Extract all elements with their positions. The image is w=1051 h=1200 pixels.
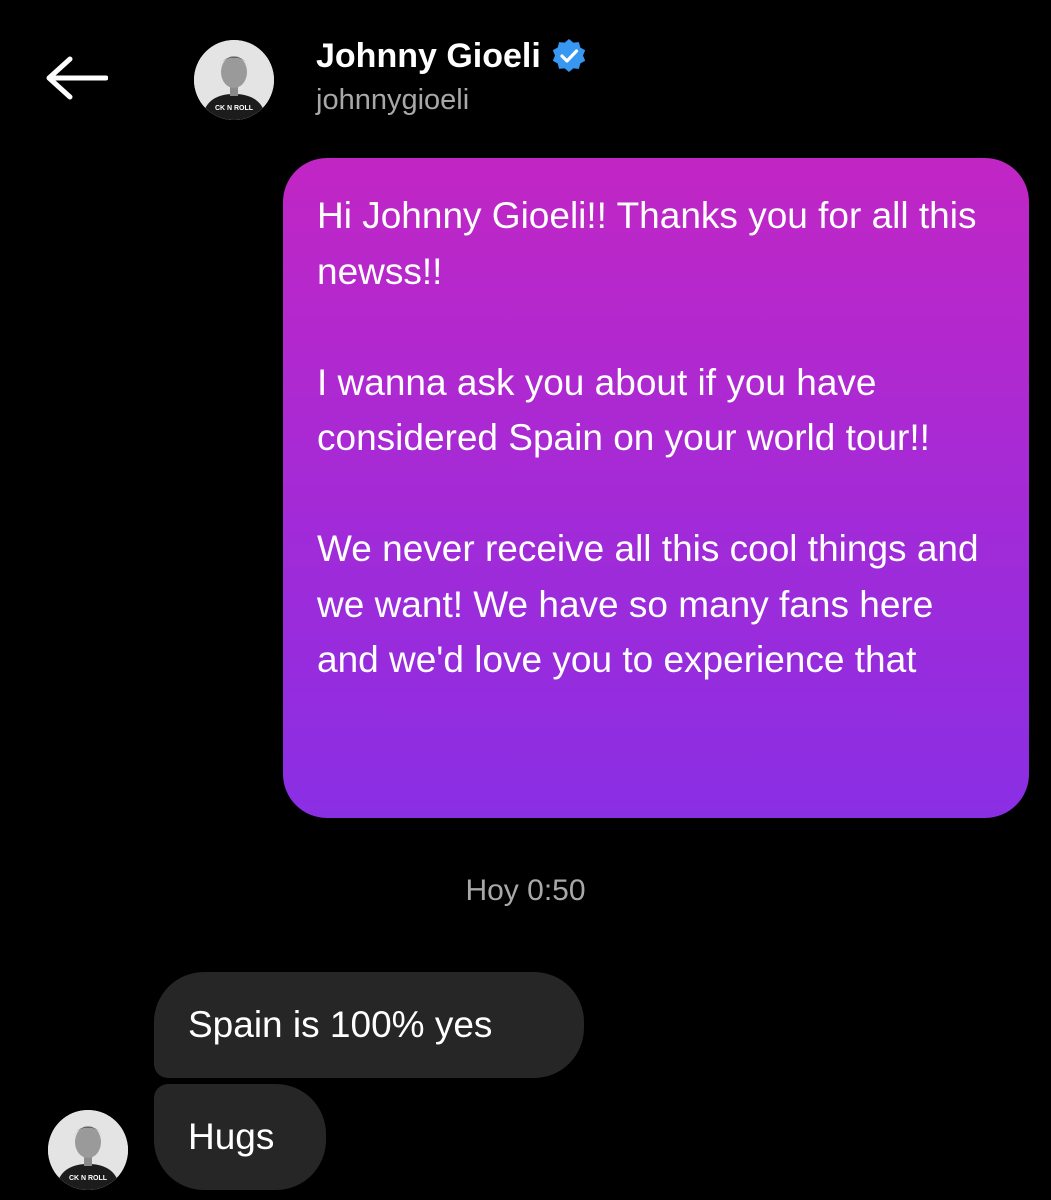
arrow-left-icon — [46, 56, 108, 100]
back-button[interactable] — [40, 48, 112, 108]
sent-message-bubble[interactable]: Hi Johnny Gioeli!! Thanks you for all th… — [283, 158, 1029, 818]
received-message-bubble[interactable]: Hugs — [154, 1084, 326, 1190]
chat-header: CK N ROLL Johnny Gioeli johnnygioeli — [0, 0, 1051, 140]
sender-avatar[interactable]: CK N ROLL — [48, 1110, 128, 1190]
received-message-text: Spain is 100% yes — [188, 1004, 493, 1045]
svg-text:CK N ROLL: CK N ROLL — [69, 1175, 108, 1182]
contact-username: johnnygioeli — [316, 84, 470, 116]
svg-text:CK N ROLL: CK N ROLL — [215, 105, 254, 112]
profile-avatar[interactable]: CK N ROLL — [194, 40, 274, 120]
contact-display-name: Johnny Gioeli — [316, 36, 541, 75]
verified-badge-icon — [551, 38, 587, 74]
received-message-bubble[interactable]: Spain is 100% yes — [154, 972, 584, 1078]
sent-message-paragraph: We never receive all this cool things an… — [317, 528, 979, 680]
received-message-text: Hugs — [188, 1116, 275, 1157]
sent-message-paragraph: Hi Johnny Gioeli!! Thanks you for all th… — [317, 195, 977, 292]
contact-name-row[interactable]: Johnny Gioeli — [316, 34, 587, 78]
sent-message-paragraph: I wanna ask you about if you have consid… — [317, 361, 930, 459]
message-timestamp: Hoy 0:50 — [465, 874, 586, 907]
